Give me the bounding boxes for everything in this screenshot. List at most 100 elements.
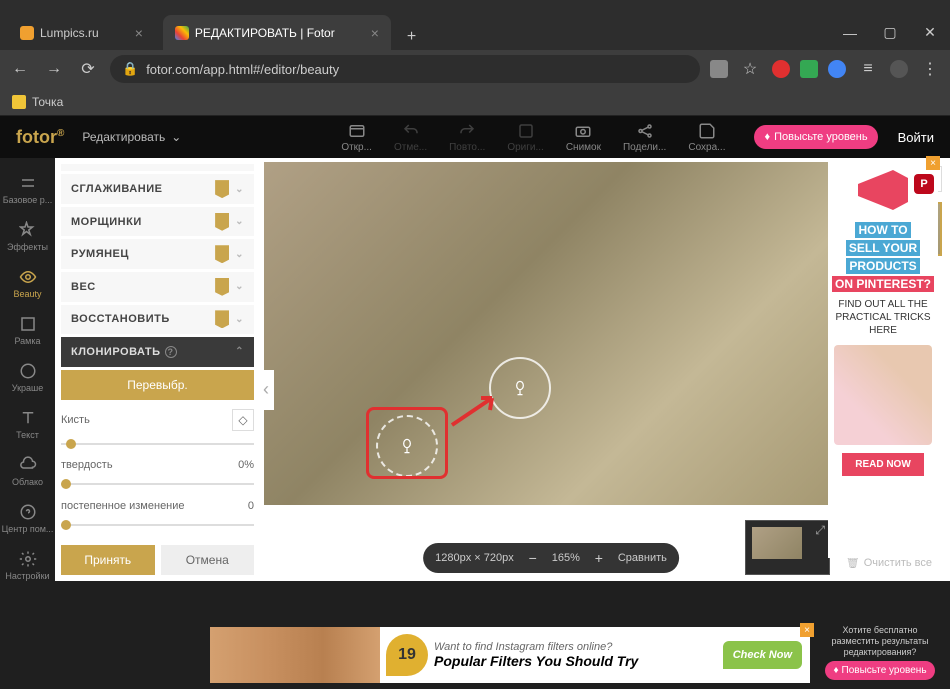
eraser-button[interactable]: ◇ (232, 409, 254, 431)
close-button[interactable]: ✕ (910, 15, 950, 50)
accordion-wrinkles[interactable]: МОРЩИНКИ⌄ (61, 207, 254, 237)
accordion-blush[interactable]: РУМЯНЕЦ⌄ (61, 239, 254, 269)
hardness-value: 0% (238, 459, 254, 471)
browser-tab-active[interactable]: РЕДАКТИРОВАТЬ | Fotor × (163, 15, 391, 50)
window-controls: ― ▢ ✕ (830, 15, 950, 50)
annotation-arrow-icon (447, 390, 507, 430)
nav-text[interactable]: Текст (0, 401, 55, 448)
upgrade-button-small[interactable]: ♦ Повысьте уровень (825, 661, 934, 680)
new-tab-button[interactable]: + (399, 24, 424, 50)
nav-basic[interactable]: Базовое р... (0, 166, 55, 213)
cancel-button[interactable]: Отмена (161, 545, 255, 575)
minimize-button[interactable]: ― (830, 15, 870, 50)
accept-button[interactable]: Принять (61, 545, 155, 575)
open-button[interactable]: Откр... (341, 122, 372, 153)
premium-badge-icon (215, 245, 229, 263)
zoom-in-button[interactable]: + (590, 550, 608, 566)
nav-decorate[interactable]: Украше (0, 354, 55, 401)
chevron-down-icon: ⌄ (235, 314, 244, 325)
ad-close-button[interactable]: × (800, 623, 814, 637)
premium-badge-icon (215, 180, 229, 198)
hardness-slider[interactable] (61, 476, 254, 491)
forward-button[interactable]: → (42, 60, 66, 78)
accordion-stub (61, 164, 254, 171)
canvas-prev-button[interactable]: ‹ (258, 370, 274, 410)
ad-bottom-banner[interactable]: × 19 Want to find Instagram filters onli… (210, 627, 810, 683)
nav-effects[interactable]: Эффекты (0, 213, 55, 260)
share-button[interactable]: Подели... (623, 122, 666, 153)
menu-icon[interactable]: ⋮ (918, 59, 942, 79)
tab-title: РЕДАКТИРОВАТЬ | Fotor (195, 26, 335, 40)
brush-label: Кисть (61, 414, 90, 426)
extension-icon[interactable] (800, 60, 818, 78)
nav-beauty[interactable]: Beauty (0, 260, 55, 307)
ad-subtext: FIND OUT ALL THE PRACTICAL TRICKS HERE (834, 298, 932, 337)
tab-title: Lumpics.ru (40, 26, 99, 40)
nav-help[interactable]: Центр пом... (0, 495, 55, 542)
zoom-out-button[interactable]: − (524, 550, 542, 566)
ad-text: Want to find Instagram filters online? P… (434, 641, 723, 669)
canvas[interactable] (264, 162, 838, 505)
compare-button[interactable]: Сравнить (618, 552, 667, 564)
accordion-clone-active[interactable]: КЛОНИРОВАТЬ?⌃ (61, 337, 254, 367)
promo-text: Хотите бесплатно разместить результаты р… (820, 625, 940, 657)
premium-badge-icon (215, 213, 229, 231)
pinterest-icon[interactable]: P (914, 174, 934, 194)
translate-icon[interactable] (710, 60, 728, 78)
url-text: fotor.com/app.html#/editor/beauty (146, 62, 339, 77)
megaphone-icon (858, 170, 908, 210)
ad-image (210, 627, 380, 683)
ad-text: ON PINTEREST? (832, 276, 934, 292)
navigator-thumbnail[interactable]: ⤢ (745, 520, 830, 575)
favicon (20, 26, 34, 40)
ad-text: HOW TO (832, 222, 934, 238)
undo-button[interactable]: Отме... (394, 122, 427, 153)
logo[interactable]: fotor® (16, 127, 64, 148)
hardness-control: твердость 0% (61, 459, 254, 471)
left-nav: Базовое р... Эффекты Beauty Рамка Украше… (0, 158, 55, 581)
premium-badge-icon (215, 310, 229, 328)
upgrade-button[interactable]: ♦ Повысьте уровень (754, 125, 877, 149)
bookmark-item[interactable]: Точка (32, 95, 63, 109)
profile-icon[interactable] (890, 60, 908, 78)
adblock-icon[interactable] (772, 60, 790, 78)
nav-frame[interactable]: Рамка (0, 307, 55, 354)
original-button[interactable]: Ориги... (507, 122, 544, 153)
ad-right-banner: × P HOW TO SELL YOUR PRODUCTS ON PINTERE… (828, 158, 938, 558)
info-icon[interactable]: ? (165, 346, 177, 358)
login-button[interactable]: Войти (898, 130, 934, 145)
star-icon[interactable]: ☆ (738, 59, 762, 79)
back-button[interactable]: ← (8, 60, 32, 78)
close-icon[interactable]: × (371, 25, 379, 41)
snapshot-button[interactable]: Снимок (566, 122, 601, 153)
collapse-icon[interactable]: ⤢ (815, 523, 825, 538)
ad-close-button[interactable]: × (926, 156, 940, 170)
navigator-image (752, 527, 802, 559)
browser-titlebar: Lumpics.ru × РЕДАКТИРОВАТЬ | Fotor × + ―… (0, 0, 950, 50)
fade-slider[interactable] (61, 517, 254, 532)
nav-settings[interactable]: Настройки (0, 542, 55, 589)
annotation-highlight (366, 407, 448, 479)
mode-dropdown[interactable]: Редактировать ⌄ (82, 130, 181, 144)
maximize-button[interactable]: ▢ (870, 15, 910, 50)
ad-cta-button[interactable]: READ NOW (842, 453, 924, 476)
save-button[interactable]: Сохра... (688, 122, 725, 153)
canvas-area: ‹ › 1280px × 720px − 165% + Сравнить ⤢ (260, 158, 842, 581)
redo-button[interactable]: Повто... (449, 122, 485, 153)
url-field[interactable]: 🔒 fotor.com/app.html#/editor/beauty (110, 55, 700, 83)
folder-icon (12, 95, 26, 109)
browser-tab[interactable]: Lumpics.ru × (8, 15, 155, 50)
accordion-restore[interactable]: ВОССТАНОВИТЬ⌄ (61, 305, 254, 335)
reselect-button[interactable]: Перевыбр. (61, 370, 254, 400)
extension-icon[interactable] (828, 60, 846, 78)
close-icon[interactable]: × (135, 25, 143, 41)
ad-cta-button[interactable]: Check Now (723, 641, 802, 669)
accordion-weight[interactable]: ВЕС⌄ (61, 272, 254, 302)
brush-slider[interactable] (61, 436, 254, 451)
reload-button[interactable]: ⟳ (76, 59, 100, 79)
top-toolbar: Откр... Отме... Повто... Ориги... Снимок… (341, 122, 725, 153)
photo-content (264, 162, 838, 505)
reading-list-icon[interactable]: ≡ (856, 60, 880, 78)
accordion-smoothing[interactable]: СГЛАЖИВАНИЕ⌄ (61, 174, 254, 204)
nav-cloud[interactable]: Облако (0, 448, 55, 495)
